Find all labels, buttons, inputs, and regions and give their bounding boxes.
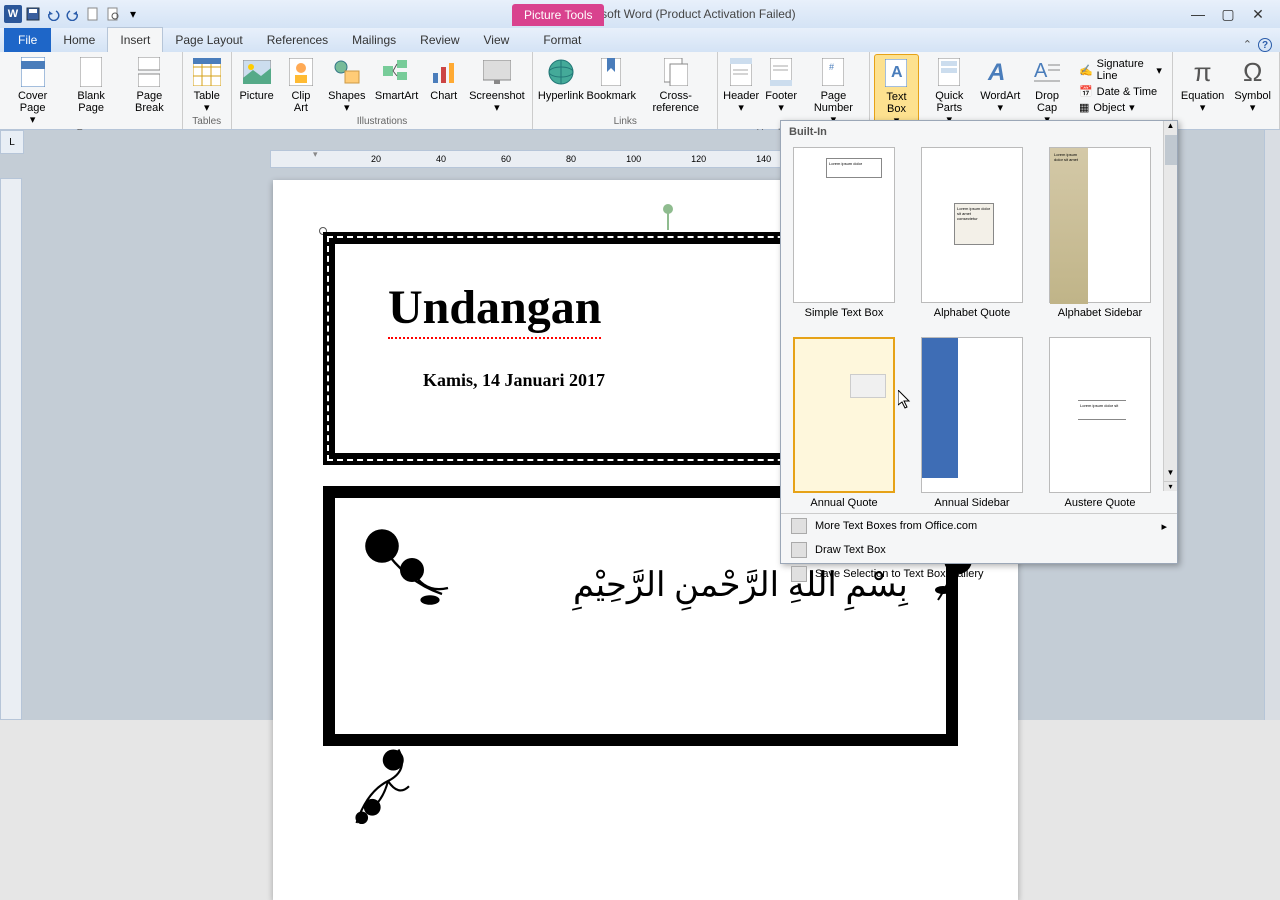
table-button[interactable]: Table▾ [187,54,227,116]
gallery-item-annual-quote[interactable]: Annual Quote [789,337,899,509]
office-icon [791,518,807,534]
date-time-button[interactable]: 📅Date & Time [1079,85,1162,98]
tab-page-layout[interactable]: Page Layout [163,28,254,52]
tab-review[interactable]: Review [408,28,471,52]
gallery-item-alphabet-sidebar[interactable]: Lorem ipsum dolor sit amet Alphabet Side… [1045,147,1155,319]
footer-button[interactable]: Footer▾ [762,54,800,128]
save-selection-item[interactable]: Save Selection to Text Box Gallery [781,562,1177,586]
signature-line-button[interactable]: ✍Signature Line ▾ [1079,58,1162,82]
svg-text:A: A [1034,60,1048,82]
invitation-title: Undangan [388,280,601,339]
help-icon[interactable]: ? [1258,38,1272,52]
cover-page-button[interactable]: Cover Page▾ [4,54,61,128]
quick-parts-button[interactable]: Quick Parts▾ [921,54,977,130]
more-text-boxes-item[interactable]: More Text Boxes from Office.com▸ [781,514,1177,538]
flower-decoration-icon [333,739,443,844]
clipart-button[interactable]: Clip Art [279,54,322,116]
shapes-button[interactable]: Shapes▾ [324,54,369,116]
save-icon[interactable] [24,5,42,23]
hyperlink-button[interactable]: Hyperlink [537,54,584,116]
undo-icon[interactable] [44,5,62,23]
blank-page-button[interactable]: Blank Page [63,54,119,128]
wordart-button[interactable]: AWordArt▾ [979,54,1021,130]
save-gallery-icon [791,566,807,582]
screenshot-button[interactable]: Screenshot▾ [466,54,529,116]
mouse-cursor-icon [898,390,914,415]
invitation-date: Kamis, 14 Januari 2017 [423,370,605,391]
header-button[interactable]: Header▾ [722,54,760,128]
gallery-section-header: Built-In [781,121,1177,143]
draw-text-box-item[interactable]: Draw Text Box [781,538,1177,562]
equation-button[interactable]: πEquation▾ [1177,54,1228,116]
gallery-item-annual-sidebar[interactable]: Annual Sidebar [917,337,1027,509]
text-box-button[interactable]: AText Box▾ [874,54,920,130]
tab-format[interactable]: Format [531,28,593,52]
text-box-gallery: Built-In Lorem ipsum dolor Simple Text B… [780,120,1178,564]
tab-references[interactable]: References [255,28,340,52]
minimize-icon[interactable]: — [1190,6,1206,22]
gallery-item-simple-text-box[interactable]: Lorem ipsum dolor Simple Text Box [789,147,899,319]
svg-text:#: # [829,62,834,72]
page-number-button[interactable]: #Page Number▾ [802,54,865,128]
tab-insert[interactable]: Insert [107,27,163,52]
object-button[interactable]: ▦Object ▾ [1079,101,1162,114]
word-icon: W [4,5,22,23]
group-illustrations-label: Illustrations [236,116,529,128]
print-preview-icon[interactable] [104,5,122,23]
rotate-connector [667,212,669,230]
scrollbar-thumb[interactable] [1165,135,1177,165]
tab-mailings[interactable]: Mailings [340,28,408,52]
gallery-scrollbar[interactable]: ▲ ▼ ▾ [1163,121,1177,491]
gallery-item-alphabet-quote[interactable]: Lorem ipsum dolor sit amet consectetur A… [917,147,1027,319]
title-bar: W ▾ 527_B - Microsoft Word (Product Acti… [0,0,1280,28]
minimize-ribbon-icon[interactable]: ⌃ [1243,38,1252,52]
signature-icon: ✍ [1079,64,1093,77]
maximize-icon[interactable]: ▢ [1220,6,1236,22]
page-break-button[interactable]: Page Break [121,54,178,128]
close-icon[interactable]: ✕ [1250,6,1266,22]
tab-home[interactable]: Home [51,28,107,52]
vertical-ruler[interactable] [0,178,22,720]
smartart-button[interactable]: SmartArt [371,54,422,116]
object-icon: ▦ [1079,101,1089,114]
symbol-button[interactable]: ΩSymbol▾ [1230,54,1275,116]
drop-cap-button[interactable]: ADrop Cap▾ [1023,54,1071,130]
new-icon[interactable] [84,5,102,23]
crossref-button[interactable]: Cross-reference [638,54,713,116]
ribbon-tabs: File Home Insert Page Layout References … [0,28,1280,52]
calendar-icon: 📅 [1079,85,1093,98]
qat-dropdown-icon[interactable]: ▾ [124,5,142,23]
chart-button[interactable]: Chart [424,54,464,116]
svg-text:A: A [987,59,1005,86]
right-scrollbar-area[interactable] [1264,130,1280,720]
tab-file[interactable]: File [4,28,51,52]
picture-button[interactable]: Picture [236,54,278,116]
window-title: 527_B - Microsoft Word (Product Activati… [146,7,1176,21]
ruler-corner[interactable]: L [0,130,24,154]
redo-icon[interactable] [64,5,82,23]
draw-icon [791,542,807,558]
bookmark-button[interactable]: Bookmark [586,54,636,116]
svg-text:A: A [891,64,903,81]
flower-decoration-2-icon [341,510,471,630]
ribbon: Cover Page▾ Blank Page Page Break Pages … [0,52,1280,130]
tab-view[interactable]: View [472,28,522,52]
contextual-tab-label: Picture Tools [512,4,604,26]
group-links-label: Links [537,116,713,128]
group-tables-label: Tables [187,116,227,128]
gallery-item-austere-quote[interactable]: Lorem ipsum dolor sit Austere Quote [1045,337,1155,509]
